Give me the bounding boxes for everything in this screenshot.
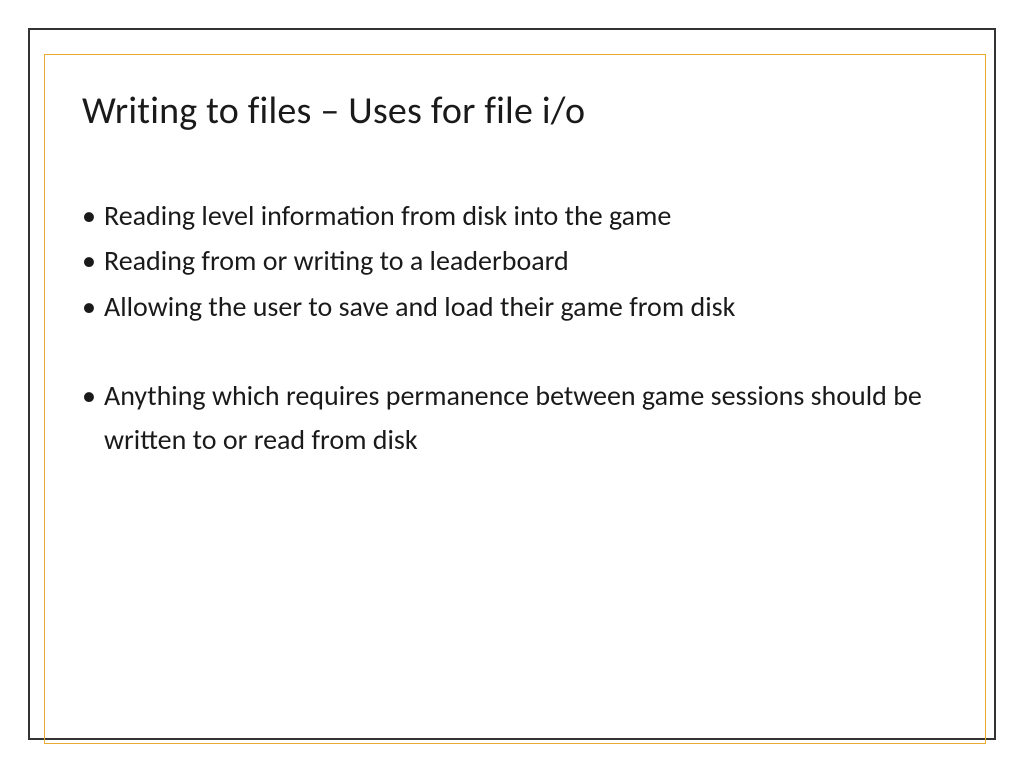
slide-title: Writing to files – Uses for file i/o	[82, 88, 942, 134]
bullet-item: Reading from or writing to a leaderboard	[82, 239, 942, 282]
bullet-spacer	[82, 330, 942, 374]
bullet-item: Anything which requires permanence betwe…	[82, 374, 942, 461]
slide-content: Writing to files – Uses for file i/o Rea…	[82, 88, 942, 708]
bullet-item: Allowing the user to save and load their…	[82, 285, 942, 328]
bullet-list: Reading level information from disk into…	[82, 194, 942, 461]
bullet-item: Reading level information from disk into…	[82, 194, 942, 237]
